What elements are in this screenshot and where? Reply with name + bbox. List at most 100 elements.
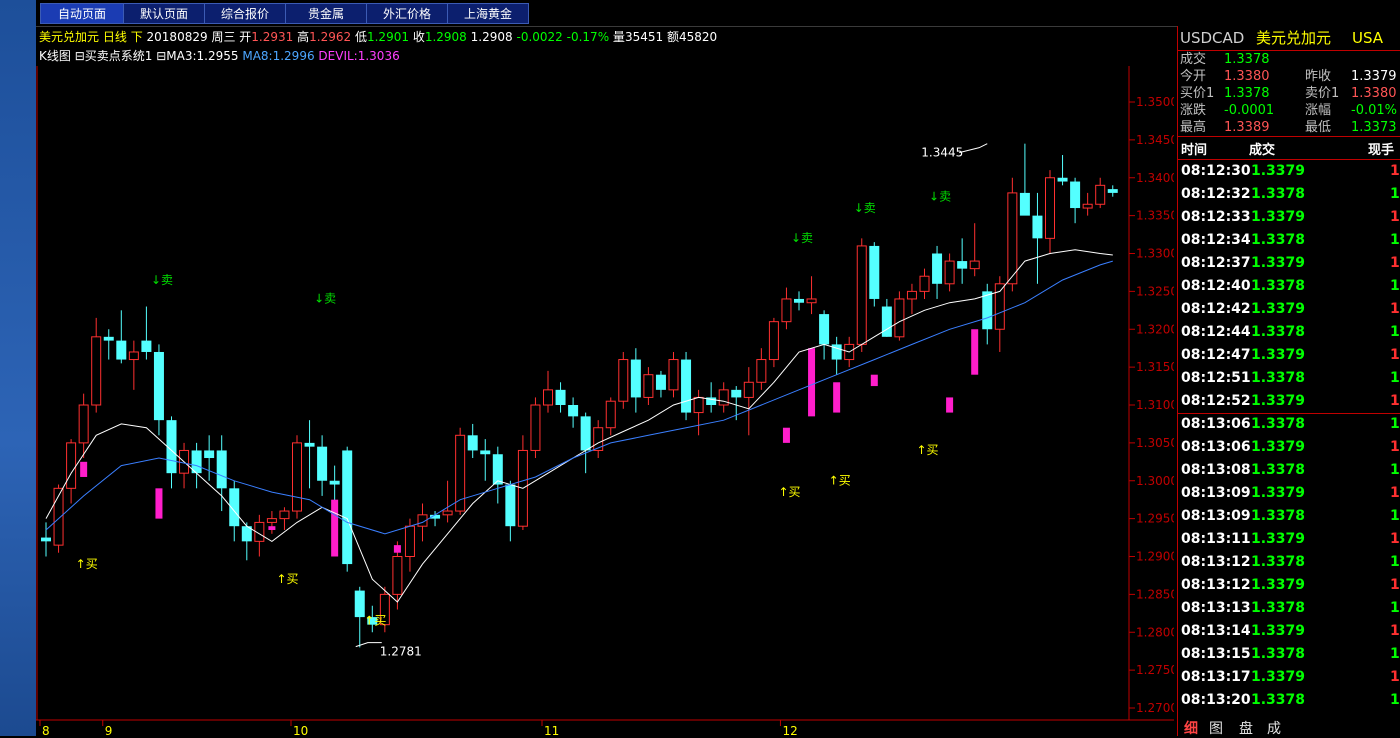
kline-chart-label[interactable]: K线图 [39,49,71,63]
label-ask: 卖价1 [1305,86,1340,101]
tick-row[interactable]: 08:12:42 1.3379 1 [1178,298,1400,321]
tab-chart[interactable]: 图 [1209,718,1223,738]
candle-body-down [1032,215,1043,239]
tick-time: 08:13:06 [1181,439,1251,455]
extreme-low-label: 1.2781 [380,645,422,659]
collapse-box-icon[interactable]: ⊟ [156,49,166,63]
tick-row[interactable]: 08:13:11 1.3379 1 [1178,528,1400,551]
tick-row[interactable]: 08:13:13 1.3378 1 [1178,597,1400,620]
tick-qty: 1 [1390,462,1400,478]
panel-instrument-name: 美元兑加元 [1256,29,1332,47]
candle-body-down [1019,192,1030,216]
tick-time: 08:13:12 [1181,577,1251,593]
tab-composite-quote[interactable]: 综合报价 [204,3,286,24]
y-tick-label: 1.3000 [1136,474,1174,488]
tick-row[interactable]: 08:12:33 1.3379 1 [1178,206,1400,229]
buy-signal: ↑买 [276,572,298,586]
candle-body-up [856,245,867,345]
panel-symbol: USDCAD [1180,29,1245,47]
tick-row[interactable]: 08:13:20 1.3378 1 [1178,689,1400,712]
x-tick-label: 10 [293,724,308,736]
trading-system-label[interactable]: 买卖点系统1 [85,49,153,63]
tick-row[interactable]: 08:13:12 1.3379 1 [1178,574,1400,597]
sell-signal: ↓卖 [314,292,336,306]
tick-row[interactable]: 08:13:09 1.3378 1 [1178,505,1400,528]
tick-row[interactable]: 08:12:34 1.3378 1 [1178,229,1400,252]
candle-body-up [78,404,89,444]
tick-qty: 1 [1390,600,1400,616]
tick-time: 08:12:37 [1181,255,1251,271]
low-label: 低 [354,30,367,44]
tick-row[interactable]: 08:13:08 1.3378 1 [1178,459,1400,482]
tick-price: 1.3378 [1251,186,1306,202]
tick-qty: 1 [1390,554,1400,570]
candle-body-down [1057,177,1068,182]
tab-auto-page[interactable]: 自动页面 [40,3,124,24]
tick-time: 08:13:15 [1181,646,1251,662]
value-high: 1.3389 [1224,120,1270,135]
tick-row[interactable]: 08:12:37 1.3379 1 [1178,252,1400,275]
tick-row[interactable]: 08:13:14 1.3379 1 [1178,620,1400,643]
tick-row[interactable]: 08:12:44 1.3378 1 [1178,321,1400,344]
candle-body-down [1070,181,1081,209]
tick-row[interactable]: 08:12:47 1.3379 1 [1178,344,1400,367]
sell-signal: ↓卖 [929,189,951,203]
extreme-leader-line [959,143,988,154]
tab-default-page[interactable]: 默认页面 [123,3,205,24]
tick-row[interactable]: 08:12:40 1.3378 1 [1178,275,1400,298]
tab-trades[interactable]: 成 [1267,718,1281,738]
value-ask: 1.3380 [1351,86,1397,101]
value-last: 1.3378 [1224,52,1270,67]
candle-body-up [906,290,917,300]
tick-row[interactable]: 08:13:17 1.3379 1 [1178,666,1400,689]
tab-precious-metals[interactable]: 贵金属 [285,3,367,24]
tab-orderbook[interactable]: 盘 [1239,718,1253,738]
tab-shanghai-gold[interactable]: 上海黄金 [447,3,529,24]
tick-row[interactable]: 08:12:52 1.3379 1 [1178,390,1400,413]
candle-body-up [279,510,290,520]
candle-body-down [304,442,315,447]
candle-body-down [630,359,641,398]
tick-row[interactable]: 08:13:06 1.3378 1 [1178,413,1400,436]
candle-body-down [354,590,365,618]
tick-time: 08:12:30 [1181,163,1251,179]
candle-body-up [266,518,277,523]
quote-date: 20180829 [146,30,208,44]
tick-row[interactable]: 08:13:09 1.3379 1 [1178,482,1400,505]
ma3-line [45,249,1113,603]
candlestick-chart[interactable]: 1.3500 1.3450 1.3400 1.3350 1.3300 1.3250 1.32… [36,66,1174,736]
tick-row[interactable]: 08:13:15 1.3378 1 [1178,643,1400,666]
ma8-legend: MA8:1.2996 [242,49,315,63]
tab-detail[interactable]: 细 [1184,718,1198,738]
tick-price: 1.3379 [1251,577,1306,593]
collapse-box-icon[interactable]: ⊟ [75,49,85,63]
candle-body-up [618,359,629,402]
y-tick-label: 1.2850 [1136,587,1174,601]
candle-body-up [1007,192,1018,285]
candle-body-down [329,480,340,485]
candle-body-down [216,450,227,489]
tick-price: 1.3378 [1251,370,1306,386]
period-label[interactable]: 日线 [103,30,127,44]
tick-time: 08:12:34 [1181,232,1251,248]
panel-bottom-tabs: 细 图 盘 成 [1178,718,1400,738]
devil-bar [971,329,979,375]
tab-forex-prices[interactable]: 外汇价格 [366,3,448,24]
candle-body-down [505,484,516,527]
instrument-name[interactable]: 美元兑加元 [39,30,99,44]
ma3-legend: MA3:1.2955 [166,49,239,63]
tick-row[interactable]: 08:12:30 1.3379 1 [1178,160,1400,183]
trading-app-window: 自动页面 默认页面 综合报价 贵金属 外汇价格 上海黄金 美元兑加元 日线 下 … [36,0,1400,738]
candle-body-up [1095,184,1106,205]
tick-row[interactable]: 08:13:06 1.3379 1 [1178,436,1400,459]
candle-body-down [819,314,830,345]
tick-row[interactable]: 08:13:12 1.3378 1 [1178,551,1400,574]
last-value: 1.2908 [470,30,513,44]
tick-row[interactable]: 08:12:51 1.3378 1 [1178,367,1400,390]
desktop-background [0,0,36,736]
value-change-pct: -0.01% [1351,103,1397,118]
tick-price: 1.3379 [1251,485,1306,501]
tick-row[interactable]: 08:12:32 1.3378 1 [1178,183,1400,206]
candle-body-up [643,374,654,398]
tick-time: 08:13:09 [1181,485,1251,501]
